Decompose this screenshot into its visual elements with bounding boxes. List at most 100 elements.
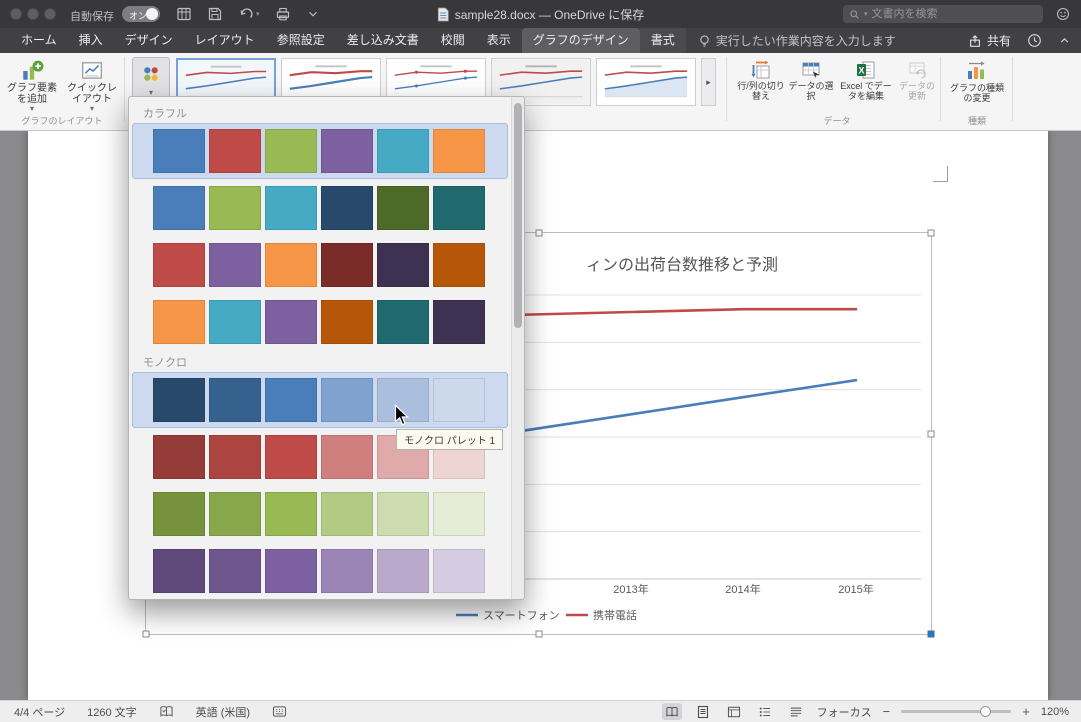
color-swatch[interactable] (209, 129, 261, 173)
color-swatch[interactable] (265, 435, 317, 479)
palette-row[interactable] (132, 486, 508, 542)
focus-mode-button[interactable]: フォーカス (817, 704, 872, 720)
color-swatch[interactable] (265, 492, 317, 536)
web-layout-icon[interactable] (724, 703, 744, 720)
color-swatch[interactable] (265, 549, 317, 593)
print-layout-icon[interactable] (693, 703, 713, 720)
ribbon-tab[interactable]: 差し込み文書 (336, 28, 430, 53)
palette-row[interactable] (132, 372, 508, 428)
feedback-smiley-icon[interactable] (1056, 7, 1070, 21)
color-swatch[interactable] (433, 300, 485, 344)
color-swatch[interactable] (265, 243, 317, 287)
color-swatch[interactable] (153, 300, 205, 344)
palette-row[interactable] (132, 123, 508, 179)
minimize-button[interactable] (27, 8, 39, 20)
chart-resize-handle[interactable] (535, 229, 542, 237)
switch-row-column-button[interactable]: 行/列の切り替え (737, 57, 785, 101)
palette-row[interactable] (132, 180, 508, 236)
ribbon-tab[interactable]: 表示 (476, 28, 522, 53)
dropdown-scrollbar-thumb[interactable] (514, 103, 522, 328)
color-swatch[interactable] (321, 243, 373, 287)
color-swatch[interactable] (377, 549, 429, 593)
tell-me-assistant[interactable]: 実行したい作業内容を入力します (698, 28, 896, 53)
draft-view-icon[interactable] (786, 703, 806, 720)
chart-resize-handle[interactable] (927, 430, 935, 437)
print-icon[interactable] (275, 6, 291, 22)
color-swatch[interactable] (321, 435, 373, 479)
grid-view-icon[interactable] (176, 6, 192, 22)
color-swatch[interactable] (433, 243, 485, 287)
search-scope-caret-icon[interactable]: ▾ (864, 10, 868, 18)
save-icon[interactable] (207, 6, 223, 22)
undo-icon[interactable] (238, 6, 254, 22)
color-swatch[interactable] (433, 492, 485, 536)
palette-row[interactable] (132, 237, 508, 293)
autosave-toggle[interactable]: オン (122, 6, 160, 22)
color-swatch[interactable] (433, 378, 485, 422)
color-swatch[interactable] (265, 300, 317, 344)
color-swatch[interactable] (209, 186, 261, 230)
share-button[interactable]: 共有 (968, 32, 1011, 49)
gallery-more-button[interactable]: ▸ (701, 58, 716, 106)
ribbon-tab[interactable]: グラフのデザイン (521, 28, 640, 53)
color-swatch[interactable] (153, 492, 205, 536)
color-swatch[interactable] (153, 435, 205, 479)
search-field[interactable]: ▾ (843, 5, 1043, 23)
color-swatch[interactable] (153, 129, 205, 173)
quick-layout-button[interactable]: クイックレイアウト ▾ (63, 57, 121, 113)
color-swatch[interactable] (321, 186, 373, 230)
color-swatch[interactable] (209, 492, 261, 536)
color-swatch[interactable] (153, 549, 205, 593)
search-input[interactable] (871, 8, 1037, 20)
color-swatch[interactable] (209, 549, 261, 593)
toolbar-chevron-down-icon[interactable] (306, 7, 320, 21)
undo-caret-icon[interactable]: ▾ (256, 10, 260, 18)
palette-row[interactable] (132, 543, 508, 599)
color-swatch[interactable] (321, 549, 373, 593)
ribbon-tab[interactable]: 参照設定 (266, 28, 336, 53)
ime-status-icon[interactable] (272, 705, 287, 718)
ribbon-tab[interactable]: 挿入 (68, 28, 114, 53)
collapse-ribbon-chevron-icon[interactable] (1058, 34, 1071, 47)
color-swatch[interactable] (321, 129, 373, 173)
word-count[interactable]: 1260 文字 (87, 704, 137, 720)
color-swatch[interactable] (265, 129, 317, 173)
ribbon-tab[interactable]: 校閲 (430, 28, 476, 53)
read-mode-icon[interactable] (661, 703, 682, 720)
chart-resize-handle-active[interactable] (927, 630, 935, 638)
color-swatch[interactable] (209, 378, 261, 422)
zoom-in-button[interactable]: + (1022, 704, 1030, 719)
select-data-button[interactable]: データの選択 (787, 57, 835, 101)
zoom-slider[interactable] (901, 706, 1012, 717)
color-swatch[interactable] (153, 186, 205, 230)
language-indicator[interactable]: 英語 (米国) (196, 704, 250, 720)
chart-resize-handle[interactable] (927, 229, 935, 237)
change-chart-type-button[interactable]: グラフの種類の変更 (946, 57, 1008, 103)
color-swatch[interactable] (377, 492, 429, 536)
chart-resize-handle[interactable] (535, 630, 542, 638)
color-swatch[interactable] (153, 243, 205, 287)
chart-resize-handle[interactable] (142, 630, 150, 638)
outline-view-icon[interactable] (755, 703, 775, 720)
color-swatch[interactable] (377, 243, 429, 287)
color-swatch[interactable] (265, 186, 317, 230)
color-swatch[interactable] (377, 129, 429, 173)
proofing-status-icon[interactable] (159, 705, 174, 718)
zoom-out-button[interactable]: − (883, 704, 891, 719)
color-swatch[interactable] (321, 378, 373, 422)
add-chart-element-button[interactable]: グラフ要素を追加 ▾ (3, 57, 61, 113)
color-swatch[interactable] (209, 243, 261, 287)
color-swatch[interactable] (321, 492, 373, 536)
page-count[interactable]: 4/4 ページ (14, 704, 65, 720)
dropdown-scrollbar[interactable] (511, 97, 524, 599)
zoom-slider-knob[interactable] (980, 706, 992, 717)
ribbon-tab[interactable]: 書式 (639, 28, 686, 53)
edit-data-in-excel-button[interactable]: X Excel でデータを編集 (837, 57, 895, 101)
chart-style-thumbnail[interactable] (596, 58, 696, 106)
color-swatch[interactable] (433, 549, 485, 593)
color-swatch[interactable] (377, 300, 429, 344)
color-swatch[interactable] (321, 300, 373, 344)
zoom-button[interactable] (44, 8, 56, 20)
palette-row[interactable] (132, 294, 508, 350)
color-swatch[interactable] (153, 378, 205, 422)
